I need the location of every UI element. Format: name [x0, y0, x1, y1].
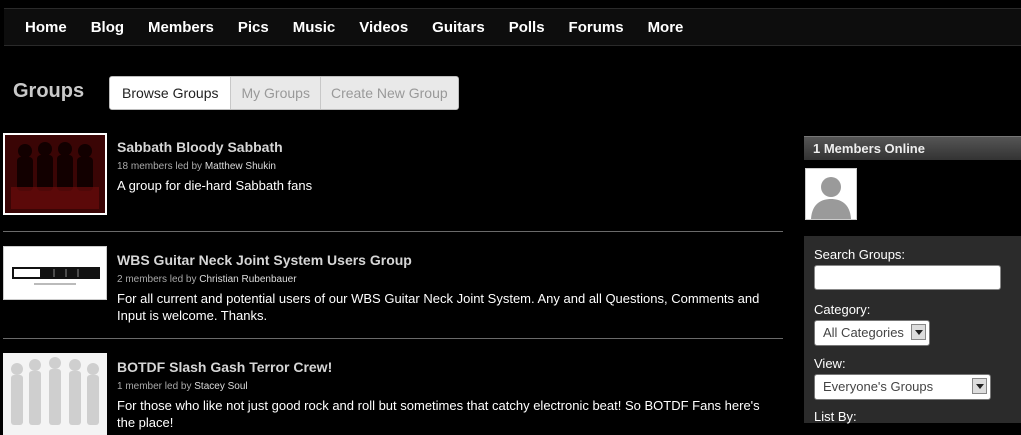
category-select[interactable]: All Categories [814, 320, 930, 346]
member-count: 18 members led by [117, 161, 203, 172]
group-thumbnail[interactable] [3, 246, 107, 300]
nav-videos[interactable]: Videos [338, 19, 408, 36]
nav-pics[interactable]: Pics [217, 19, 269, 36]
tab-create-new-group[interactable]: Create New Group [319, 77, 458, 109]
divider [3, 338, 783, 339]
nav-forums[interactable]: Forums [548, 19, 624, 36]
group-item: BOTDF Slash Gash Terror Crew! 1 member l… [3, 353, 783, 435]
category-label: Category: [814, 302, 871, 317]
group-thumbnail[interactable] [3, 133, 107, 215]
guitar-neck-icon [4, 247, 106, 299]
default-avatar-icon [806, 169, 856, 219]
nav-polls[interactable]: Polls [488, 19, 545, 36]
group-leader-link[interactable]: Stacey Soul [194, 381, 247, 392]
view-label: View: [814, 356, 846, 371]
list-by-label: List By: [814, 409, 857, 424]
member-avatar[interactable] [805, 168, 857, 220]
nav-music[interactable]: Music [272, 19, 336, 36]
group-name[interactable]: BOTDF Slash Gash Terror Crew! [117, 359, 777, 375]
group-leader-link[interactable]: Christian Rubenbauer [199, 274, 296, 285]
nav-home[interactable]: Home [4, 19, 67, 36]
group-meta: 1 member led by Stacey Soul [117, 381, 777, 392]
view-value: Everyone's Groups [823, 379, 934, 394]
search-groups-input[interactable] [814, 265, 1001, 290]
page-title: Groups [13, 80, 85, 102]
nav-more[interactable]: More [627, 19, 684, 36]
category-value: All Categories [823, 325, 904, 340]
group-name[interactable]: Sabbath Bloody Sabbath [117, 139, 777, 155]
group-name[interactable]: WBS Guitar Neck Joint System Users Group [117, 252, 777, 268]
group-item: Sabbath Bloody Sabbath 18 members led by… [3, 133, 783, 223]
group-tabs: Browse Groups My Groups Create New Group [109, 76, 459, 110]
group-description: A group for die-hard Sabbath fans [117, 178, 313, 193]
chevron-down-icon [972, 378, 987, 394]
top-nav: Home Blog Members Pics Music Videos Guit… [4, 8, 1021, 46]
nav-blog[interactable]: Blog [70, 19, 124, 36]
group-meta: 2 members led by Christian Rubenbauer [117, 274, 777, 285]
tab-browse-groups[interactable]: Browse Groups [110, 77, 231, 109]
member-count: 2 members led by [117, 274, 197, 285]
band-photo-icon [5, 135, 105, 213]
nav-guitars[interactable]: Guitars [411, 19, 485, 36]
group-meta: 18 members led by Matthew Shukin [117, 161, 777, 172]
member-count: 1 member led by [117, 381, 192, 392]
view-select[interactable]: Everyone's Groups [814, 374, 991, 400]
group-item: WBS Guitar Neck Joint System Users Group… [3, 246, 783, 336]
group-description: For those who like not just good rock an… [117, 398, 760, 430]
group-search-panel: Search Groups: Category: All Categories … [804, 236, 1021, 424]
tab-my-groups[interactable]: My Groups [230, 77, 320, 109]
group-leader-link[interactable]: Matthew Shukin [205, 161, 276, 172]
group-description: For all current and potential users of o… [117, 291, 760, 323]
divider [3, 231, 783, 232]
search-groups-label: Search Groups: [814, 247, 906, 262]
nav-members[interactable]: Members [127, 19, 214, 36]
members-online-header: 1 Members Online [804, 136, 1021, 160]
chevron-down-icon [911, 324, 926, 340]
